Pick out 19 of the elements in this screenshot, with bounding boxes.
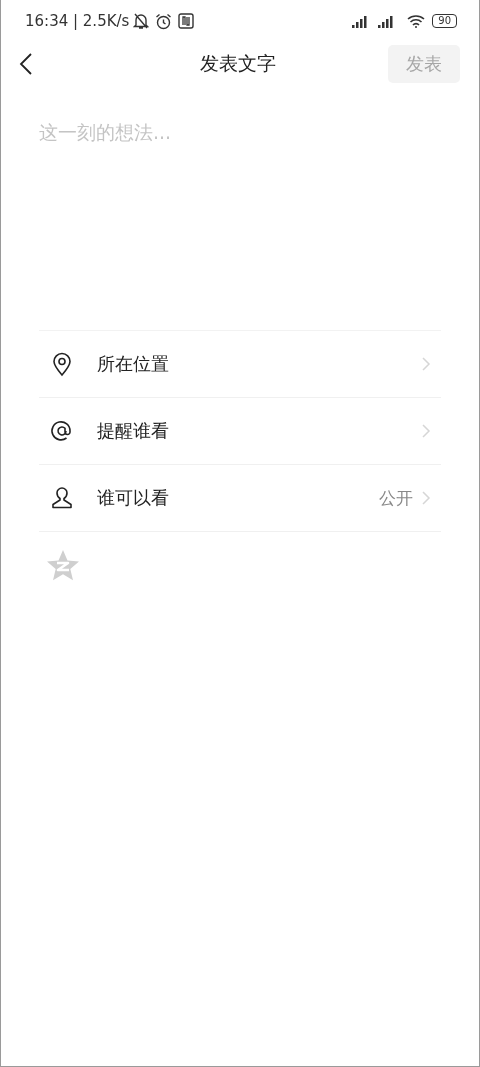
nfc-icon <box>178 13 195 29</box>
option-row[interactable]: 提醒谁看 <box>39 398 441 465</box>
status-time: 16:34 | 2.5K/s <box>25 12 130 30</box>
option-label: 提醒谁看 <box>97 419 169 443</box>
person-icon <box>49 485 75 511</box>
battery-level: 90 <box>432 14 457 28</box>
page-title: 发表文字 <box>199 51 276 76</box>
chevron-right-icon <box>421 356 431 372</box>
option-row[interactable]: 所在位置 <box>39 331 441 398</box>
bell-off-icon <box>133 12 150 30</box>
option-value: 公开 <box>379 486 413 510</box>
wifi-icon <box>407 14 426 28</box>
option-label: 所在位置 <box>97 352 169 376</box>
chevron-right-icon <box>421 423 431 439</box>
chevron-right-icon <box>421 490 431 506</box>
post-text-field[interactable]: 这一刻的想法... <box>39 120 441 180</box>
option-row[interactable]: 谁可以看 公开 <box>39 465 441 532</box>
alarm-clock-icon <box>155 12 173 30</box>
option-label: 谁可以看 <box>97 486 169 510</box>
